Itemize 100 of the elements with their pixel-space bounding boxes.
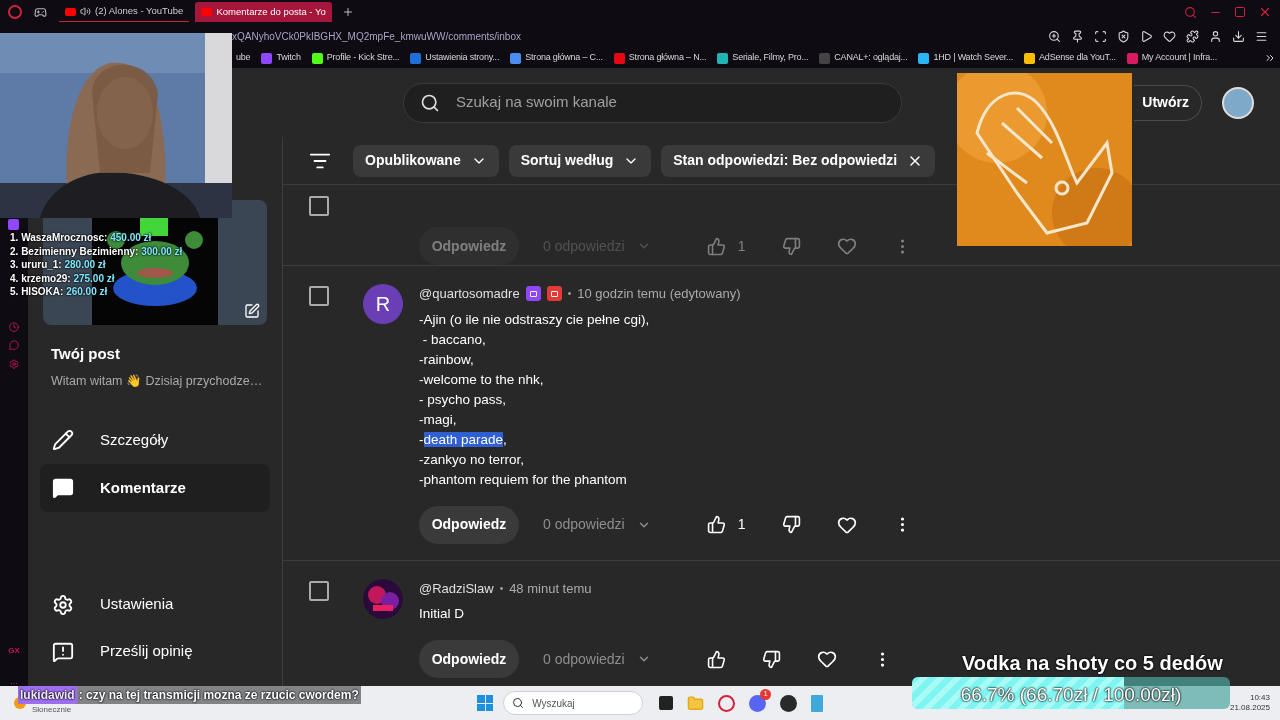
comment-text-line: Initial D [419, 605, 465, 623]
comment-icon [52, 477, 74, 500]
nav-item[interactable]: Ustawienia [40, 581, 270, 628]
thumbs-up-icon [706, 236, 726, 256]
nav-item[interactable]: Komentarze [40, 464, 270, 513]
browser-app-icon[interactable] [718, 694, 736, 712]
heart-icon[interactable] [816, 649, 837, 669]
new-tab-icon[interactable] [341, 6, 354, 18]
address-field[interactable]: xQANyhoVCk0PkIBGHX_MQ2mpFe_kmwuWW/comments/inbox [232, 28, 521, 44]
weather-label[interactable]: Słonecznie [32, 704, 72, 716]
browser-tab[interactable]: (2) Alones - YouTube [59, 2, 190, 22]
bookmark[interactable]: ube [232, 51, 255, 65]
donor-entry: 5. HISOKA: 260.00 zł [10, 285, 109, 299]
snapshot-icon[interactable] [1094, 29, 1107, 43]
replies-dropdown[interactable]: 0 odpowiedzi [543, 514, 651, 535]
thumbs-down-icon[interactable] [781, 515, 801, 534]
post-excerpt: Witam witam 👋 Dzisiaj przychodze… [51, 372, 264, 390]
donor-entry: 2. Bezimienny Bezimienny: 300.00 zł [10, 244, 183, 259]
thumbs-down-icon[interactable] [761, 649, 781, 669]
video-site-icon [201, 8, 213, 16]
bookmark[interactable]: AdSense dla YouT... [1020, 51, 1120, 65]
avatar: R [363, 284, 403, 324]
like-button[interactable]: 1 [706, 235, 746, 257]
comment-time: 10 godzin temu (edytowany) [577, 285, 741, 303]
nav-item[interactable]: Prześlij opinię [40, 628, 270, 675]
filter-chip[interactable]: Opublikowane [353, 144, 499, 177]
more-bookmarks-icon[interactable] [1264, 52, 1276, 64]
shield-icon[interactable] [1117, 29, 1130, 43]
avatar[interactable] [1222, 86, 1254, 119]
settings-icon [52, 593, 74, 616]
play-icon[interactable] [1140, 29, 1153, 43]
bookmark[interactable]: Strona główna – N... [609, 51, 711, 65]
bookmark[interactable]: CANAL+: oglądaj... [815, 51, 912, 65]
taskbar-search-field[interactable]: Wyszukaj [503, 691, 644, 715]
bookmark[interactable]: Strona główna – C... [506, 51, 607, 65]
post-title: Twój post [51, 344, 121, 364]
comment-time: 48 minut temu [509, 579, 592, 598]
thumbs-up-icon [706, 515, 726, 534]
checkbox[interactable] [309, 286, 329, 306]
thumbs-up-icon [706, 649, 726, 669]
goal-progress-label: 66.7% (66.70zł / 100.00zł) [959, 683, 1183, 707]
clock-icon[interactable] [8, 322, 20, 333]
separator-dot: • [499, 581, 504, 596]
goal-title: Vodka na shoty co 5 dedów [962, 651, 1223, 676]
bookmark[interactable]: 1HD | Watch Sever... [914, 51, 1018, 65]
heart-icon[interactable] [1163, 29, 1176, 43]
browser-logo-icon[interactable] [8, 5, 22, 19]
reply-button[interactable]: Odpowiedz [419, 640, 519, 678]
chat-message: : czy na tej transmicji mozna ze rzucic cwordem? [76, 686, 361, 704]
maximize-icon[interactable] [1234, 6, 1246, 18]
comment-text-line: -Ajin (o ile nie odstraszy cie pełne cgi), [419, 310, 651, 329]
replies-dropdown[interactable]: 0 odpowiedzi [543, 648, 651, 670]
separator-dot: • [567, 287, 572, 302]
clock-time: 10:43 [1249, 693, 1270, 703]
heart-icon[interactable] [836, 514, 857, 535]
feedback-icon [52, 640, 74, 663]
checkbox[interactable] [309, 580, 329, 601]
stream-platform-icon [8, 219, 19, 230]
filter-chip[interactable]: Sortuj według [508, 144, 652, 177]
search-icon[interactable] [1184, 5, 1197, 19]
pin-icon[interactable] [1071, 29, 1084, 43]
clock-date: 21.08.2025 [1229, 703, 1270, 713]
comment-text-line: -zankyo no terror, [419, 450, 526, 469]
chat-username: lukidawid [18, 686, 77, 704]
video-site-icon [65, 7, 76, 16]
close-icon[interactable] [1258, 5, 1272, 19]
bookmark[interactable]: Ustawienia strony... [406, 51, 504, 65]
bookmark[interactable]: Profile - Kick Stre... [307, 51, 404, 65]
reply-button[interactable]: Odpowiedz [419, 505, 519, 544]
search-field[interactable]: Szukaj na swoim kanale [403, 82, 902, 123]
select-all-checkbox[interactable] [309, 196, 329, 216]
profile-icon[interactable] [1209, 29, 1222, 43]
comment-text-line: -death parade, [419, 430, 508, 449]
pencil-icon [52, 429, 74, 452]
menu-icon[interactable] [1255, 29, 1268, 43]
search-icon [512, 697, 525, 709]
like-button[interactable] [706, 649, 726, 669]
comment-text-line: -magi, [419, 410, 458, 429]
browser-tab[interactable]: Komentarze do posta - Yo [195, 2, 332, 22]
bookmark[interactable]: My Account | Infra... [1122, 51, 1221, 65]
comment-text-line: - baccano, [421, 330, 487, 349]
comment-author[interactable]: @quartosomadre [419, 284, 520, 304]
search-icon [420, 92, 440, 113]
comment-author[interactable]: @RadziSlaw [419, 578, 494, 598]
filter-chip[interactable]: Stan odpowiedzi: Bez odpowiedzi [661, 144, 936, 177]
thumbs-down-icon[interactable] [781, 236, 801, 256]
like-button[interactable]: 1 [706, 514, 746, 535]
extensions-icon[interactable] [1186, 29, 1199, 43]
nav-item[interactable]: Szczegóły [40, 416, 270, 465]
bookmark[interactable]: Twitch [257, 51, 305, 65]
zoom-icon[interactable] [1048, 29, 1061, 43]
bookmark[interactable]: Seriale, Filmy, Pro... [713, 51, 813, 65]
gamepad-icon[interactable] [34, 5, 47, 19]
chat-app-icon[interactable] [749, 694, 767, 712]
download-icon[interactable] [1232, 29, 1245, 43]
comment-text-line: -welcome to the nhk, [419, 370, 545, 389]
donor-entry: 4. krzemo29: 275.00 zł [10, 271, 116, 286]
edit-icon[interactable] [244, 303, 260, 319]
start-icon[interactable] [477, 695, 494, 711]
donor-entry: 3. ururu_1: 280.00 zł [10, 258, 107, 272]
